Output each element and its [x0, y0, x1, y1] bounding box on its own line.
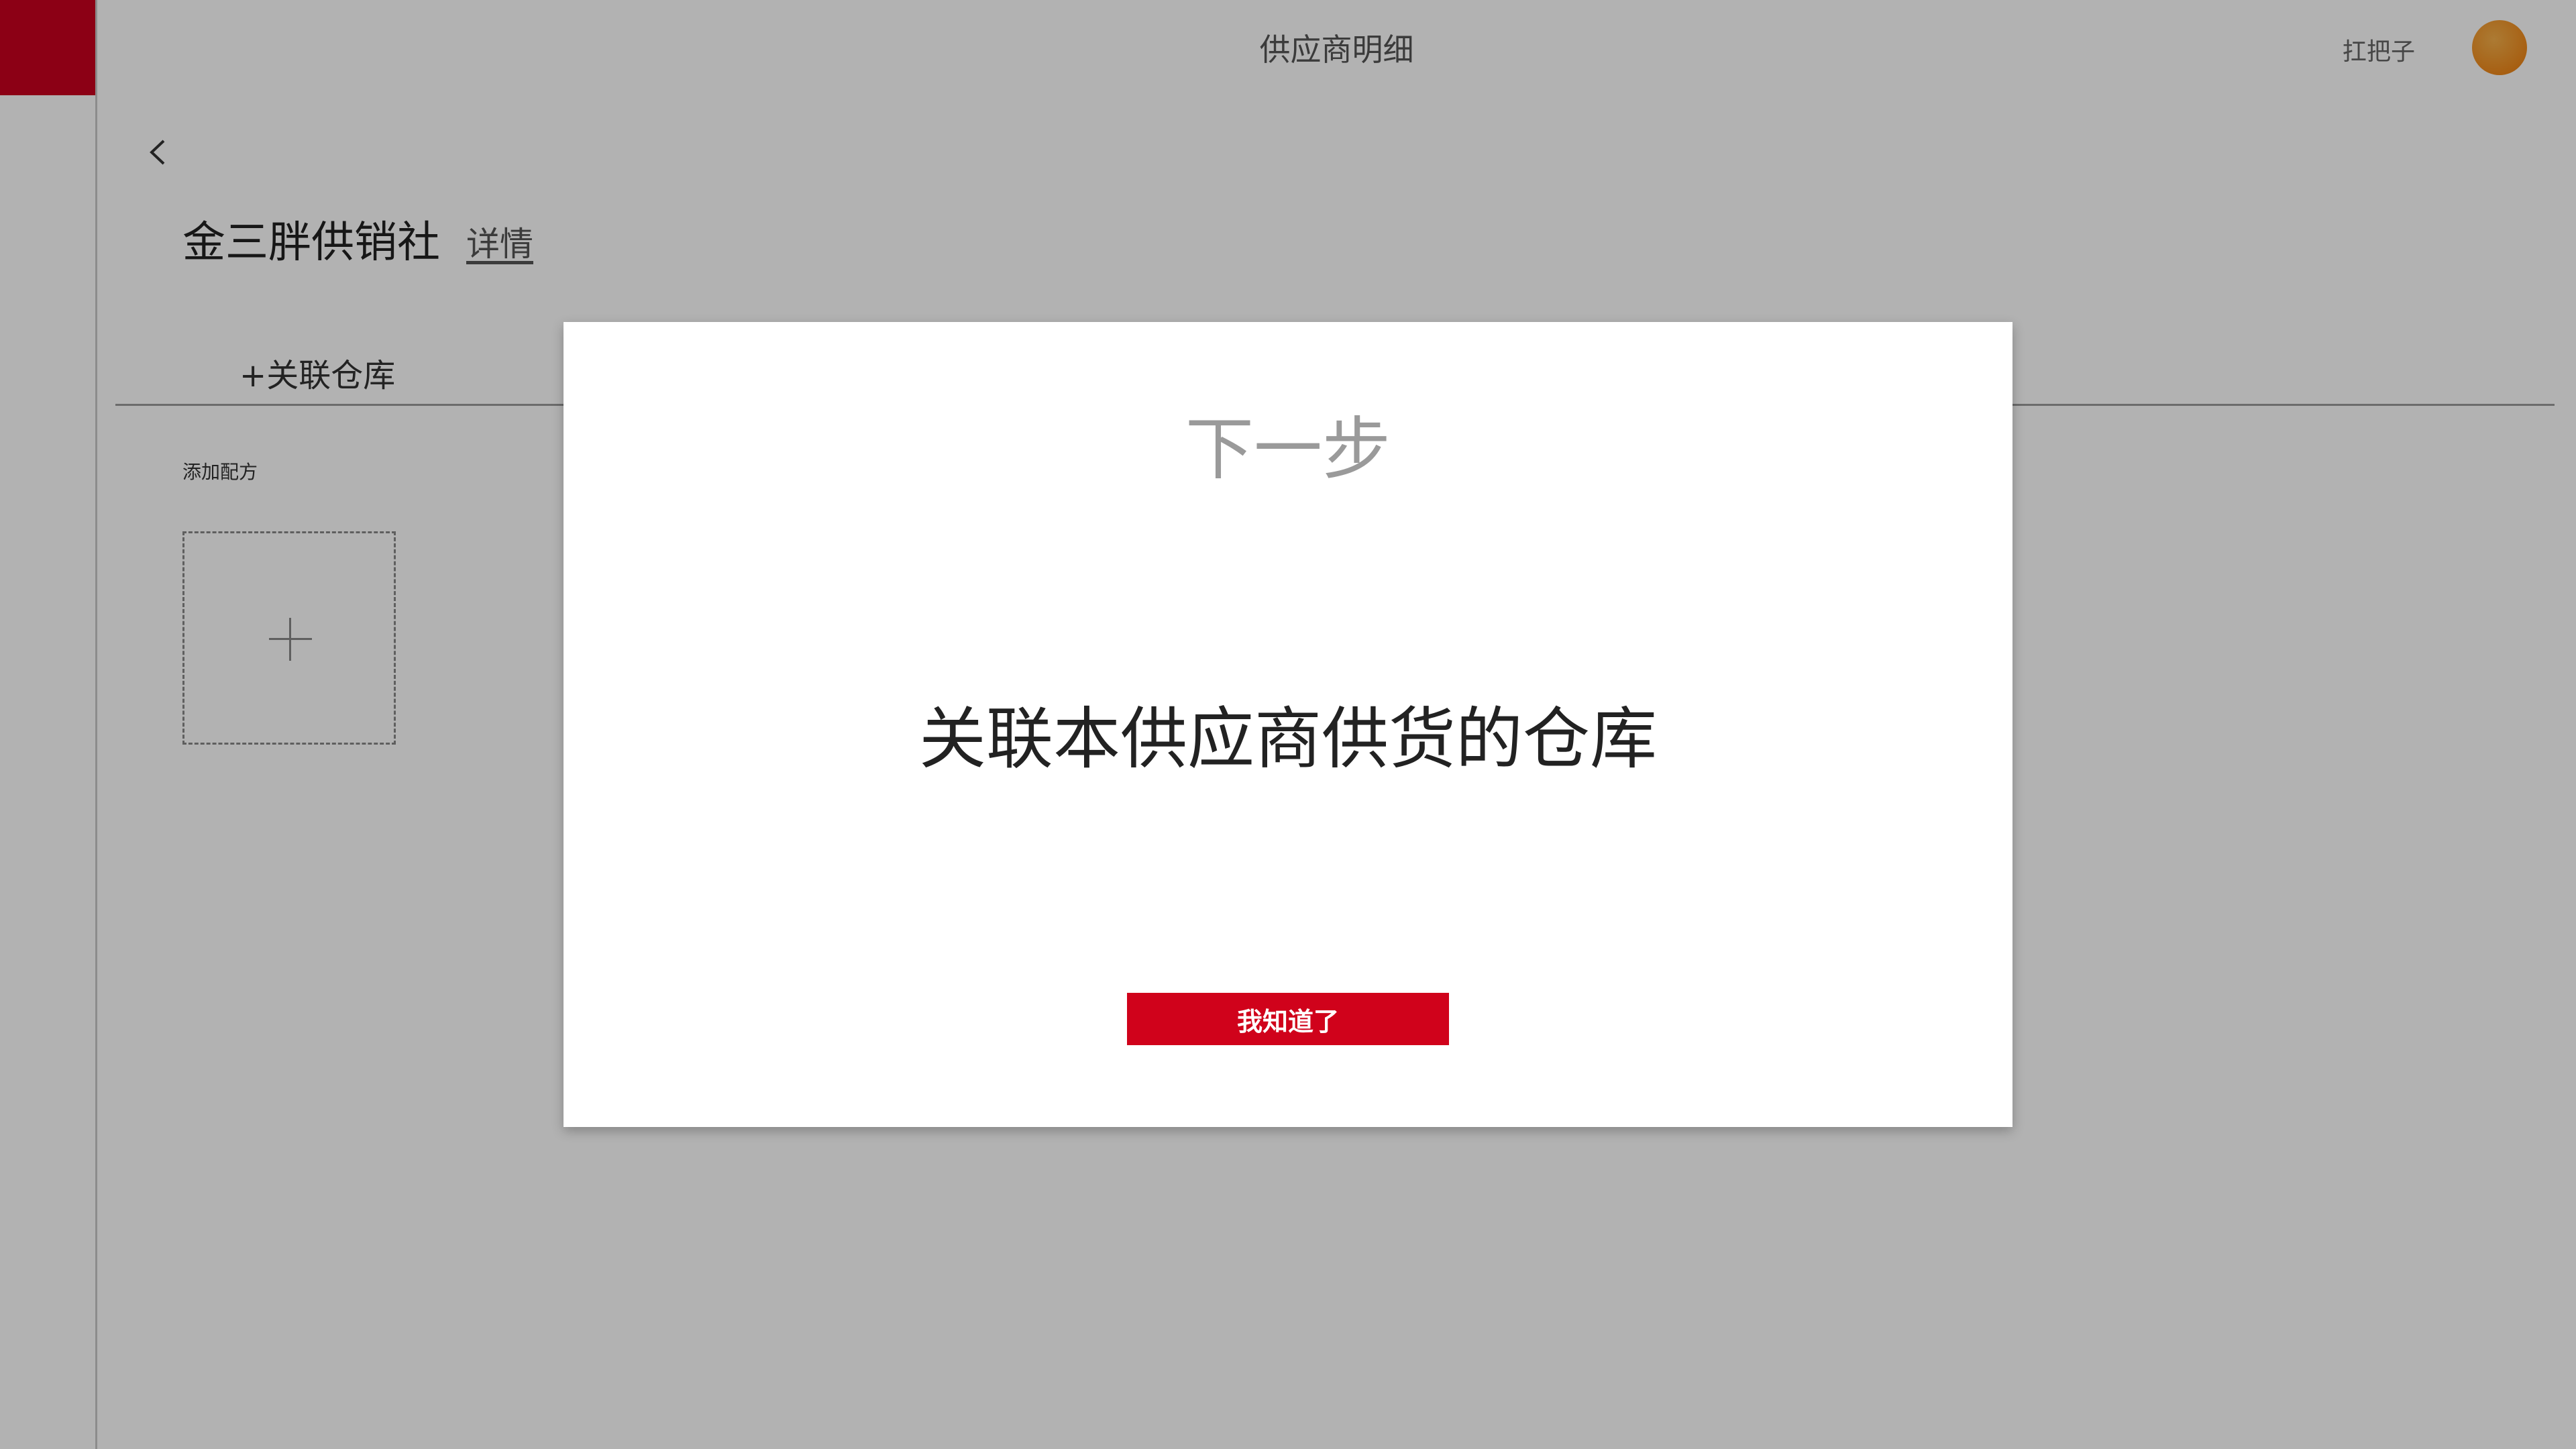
guide-modal: 下一步 关联本供应商供货的仓库 我知道了 [564, 322, 2012, 1127]
modal-title: 下一步 [1185, 410, 1391, 490]
app-root: 供应商明细 扛把子 金三胖供销社 详情 +关联仓库 添加配方 下一步 关联本供应… [0, 0, 2576, 1449]
modal-message: 关联本供应商供货的仓库 [919, 700, 1657, 778]
got-it-button[interactable]: 我知道了 [1127, 993, 1449, 1045]
